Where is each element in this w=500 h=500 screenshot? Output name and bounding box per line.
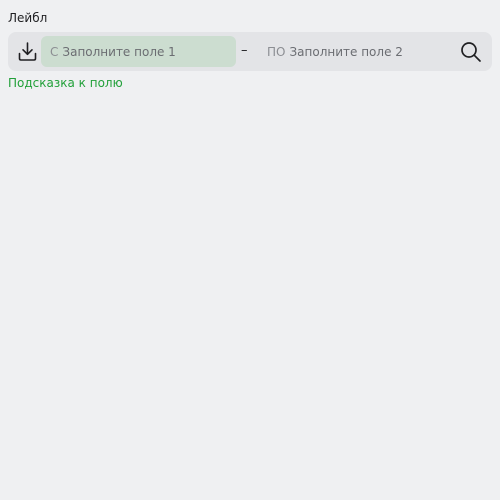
date-range-field: С Заполните поле 1 – ПО Заполните поле 2 xyxy=(8,32,492,71)
from-prefix: С xyxy=(50,44,59,59)
search-icon[interactable] xyxy=(460,41,482,63)
to-input[interactable]: ПО Заполните поле 2 xyxy=(258,36,453,67)
field-label: Лейбл xyxy=(8,11,48,25)
page: Лейбл С Заполните поле 1 – ПО Заполните … xyxy=(0,0,500,500)
to-prefix: ПО xyxy=(267,44,286,59)
from-input[interactable]: С Заполните поле 1 xyxy=(41,36,236,67)
field-hint: Подсказка к полю xyxy=(8,76,123,90)
from-placeholder: Заполните поле 1 xyxy=(62,44,176,59)
to-placeholder: Заполните поле 2 xyxy=(289,44,403,59)
range-separator: – xyxy=(241,43,248,58)
download-icon[interactable] xyxy=(17,41,38,62)
